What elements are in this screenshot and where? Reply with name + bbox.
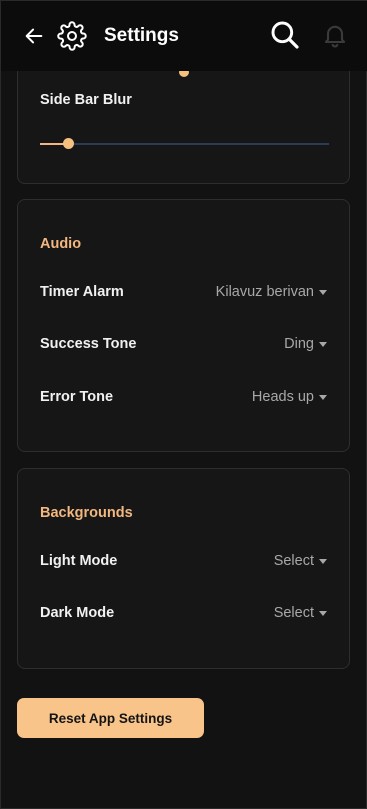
backgrounds-settings-card: Backgrounds Light Mode Select Dark Mode … [17, 468, 350, 669]
error-tone-value: Heads up [251, 389, 314, 405]
audio-settings-card: Audio Timer Alarm Kilavuz berivan Succes… [17, 199, 350, 452]
success-tone-value: Ding [284, 336, 314, 352]
caret-down-icon [319, 342, 327, 347]
gear-icon [57, 21, 87, 51]
audio-section-title: Audio [40, 236, 82, 252]
success-tone-dropdown[interactable]: Ding [284, 336, 327, 352]
side-bar-blur-label: Side Bar Blur [40, 92, 132, 108]
success-tone-label: Success Tone [40, 336, 137, 352]
caret-down-icon [319, 290, 327, 295]
light-mode-value: Select [273, 553, 314, 569]
slider-knob[interactable] [63, 138, 74, 149]
caret-down-icon [319, 559, 327, 564]
timer-alarm-dropdown[interactable]: Kilavuz berivan [216, 284, 327, 300]
search-icon[interactable] [269, 19, 301, 51]
light-mode-dropdown[interactable]: Select [274, 553, 327, 569]
timer-alarm-value: Kilavuz berivan [215, 284, 314, 300]
dark-mode-value: Select [273, 605, 314, 621]
error-tone-label: Error Tone [40, 389, 114, 405]
reset-app-settings-button[interactable]: Reset App Settings [17, 698, 204, 738]
caret-down-icon [319, 611, 327, 616]
top-app-bar: Settings [1, 1, 367, 71]
dark-mode-dropdown[interactable]: Select [274, 605, 327, 621]
arrow-left-icon[interactable] [23, 25, 45, 47]
bell-icon[interactable] [321, 21, 349, 49]
timer-alarm-label: Timer Alarm [40, 284, 124, 300]
dark-mode-label: Dark Mode [40, 605, 115, 621]
light-mode-label: Light Mode [40, 553, 118, 569]
error-tone-dropdown[interactable]: Heads up [252, 389, 327, 405]
backgrounds-section-title: Backgrounds [40, 505, 133, 521]
caret-down-icon [319, 395, 327, 400]
slider-track[interactable] [68, 143, 329, 145]
page-title: Settings [104, 25, 179, 46]
